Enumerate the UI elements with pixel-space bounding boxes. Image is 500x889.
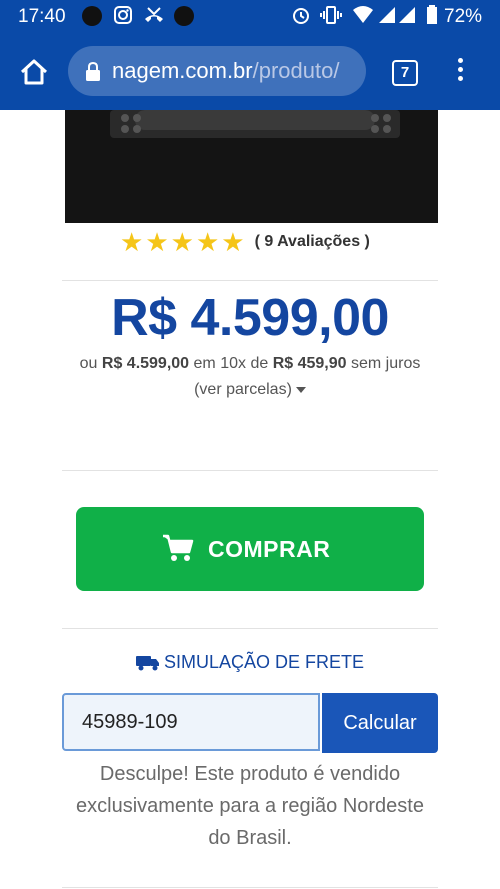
address-bar[interactable]: nagem.com.br/produto/ <box>68 46 366 96</box>
status-bar: 17:40 72% <box>0 0 500 34</box>
product-image <box>65 110 438 223</box>
star-icon: ★ <box>221 227 245 257</box>
divider <box>62 628 438 629</box>
see-installments-link[interactable]: (ver parcelas) <box>0 381 500 399</box>
url-text: nagem.com.br/produto/ <box>112 58 339 84</box>
browser-chrome: 17:40 72% nagem.com.br/produto/ 7 <box>0 0 500 110</box>
caret-down-icon <box>295 386 306 393</box>
shipping-warning: Desculpe! Este produto é vendido exclusi… <box>76 763 424 849</box>
star-icon: ★ <box>170 227 194 257</box>
cart-icon <box>162 533 194 563</box>
divider <box>62 470 438 471</box>
installments-info: ou R$ 4.599,00 em 10x de R$ 459,90 sem j… <box>79 355 421 372</box>
buy-button[interactable]: COMPRAR <box>76 507 424 591</box>
reviews-count[interactable]: ( 9 Avaliações ) <box>255 230 370 254</box>
wifi-icon <box>352 5 374 30</box>
installment-value: R$ 459,90 <box>272 355 347 372</box>
cep-input[interactable] <box>62 693 320 751</box>
star-icon: ★ <box>120 227 144 257</box>
home-icon[interactable] <box>18 56 50 88</box>
installments-total: R$ 4.599,00 <box>101 355 190 372</box>
lock-icon <box>86 61 100 81</box>
battery-icon <box>426 5 438 30</box>
truck-icon <box>135 655 160 671</box>
alarm-icon <box>291 5 311 30</box>
buy-button-label: COMPRAR <box>208 536 331 562</box>
product-rating[interactable]: ★★★★★( 9 Avaliações ) <box>120 227 370 257</box>
shipping-form: Calcular <box>62 693 438 755</box>
calculate-button[interactable]: Calcular <box>322 693 438 753</box>
divider <box>62 887 438 888</box>
shipping-title: SIMULAÇÃO DE FRETE <box>0 652 500 673</box>
url-domain: nagem.com.br <box>112 58 253 83</box>
signal-icon <box>377 5 417 30</box>
star-icon: ★ <box>145 227 169 257</box>
missed-call-icon <box>143 5 165 30</box>
notification-dot-icon <box>174 6 194 26</box>
divider <box>62 280 438 281</box>
status-time: 17:40 <box>18 6 66 27</box>
notification-dot-icon <box>82 6 102 26</box>
star-icon: ★ <box>195 227 220 257</box>
product-price: R$ 4.599,00 <box>111 289 389 347</box>
url-path: /produto/ <box>252 58 340 83</box>
vibrate-icon <box>320 5 342 30</box>
overflow-menu-icon[interactable] <box>455 56 465 86</box>
url-bar-row: nagem.com.br/produto/ 7 <box>0 40 500 104</box>
instagram-icon <box>113 5 133 30</box>
tab-switcher-button[interactable]: 7 <box>392 60 418 86</box>
battery-percentage: 72% <box>444 6 483 27</box>
